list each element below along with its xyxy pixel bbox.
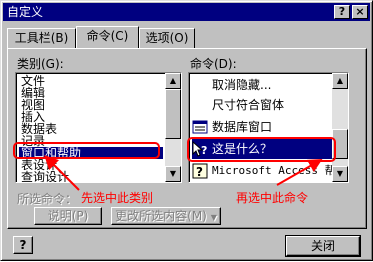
annotation-right-text: 再选中此命令 [236, 191, 309, 205]
right-arrow [276, 159, 323, 186]
annotation-left-text: 先选中此类别 [81, 191, 154, 205]
annotation-arrows [44, 155, 323, 191]
left-arrow [44, 155, 80, 191]
customize-dialog: 自定义 ? × 工具栏(B) 命令(C) 选项(O) 类别(G): 文件 编辑 … [0, 0, 373, 261]
